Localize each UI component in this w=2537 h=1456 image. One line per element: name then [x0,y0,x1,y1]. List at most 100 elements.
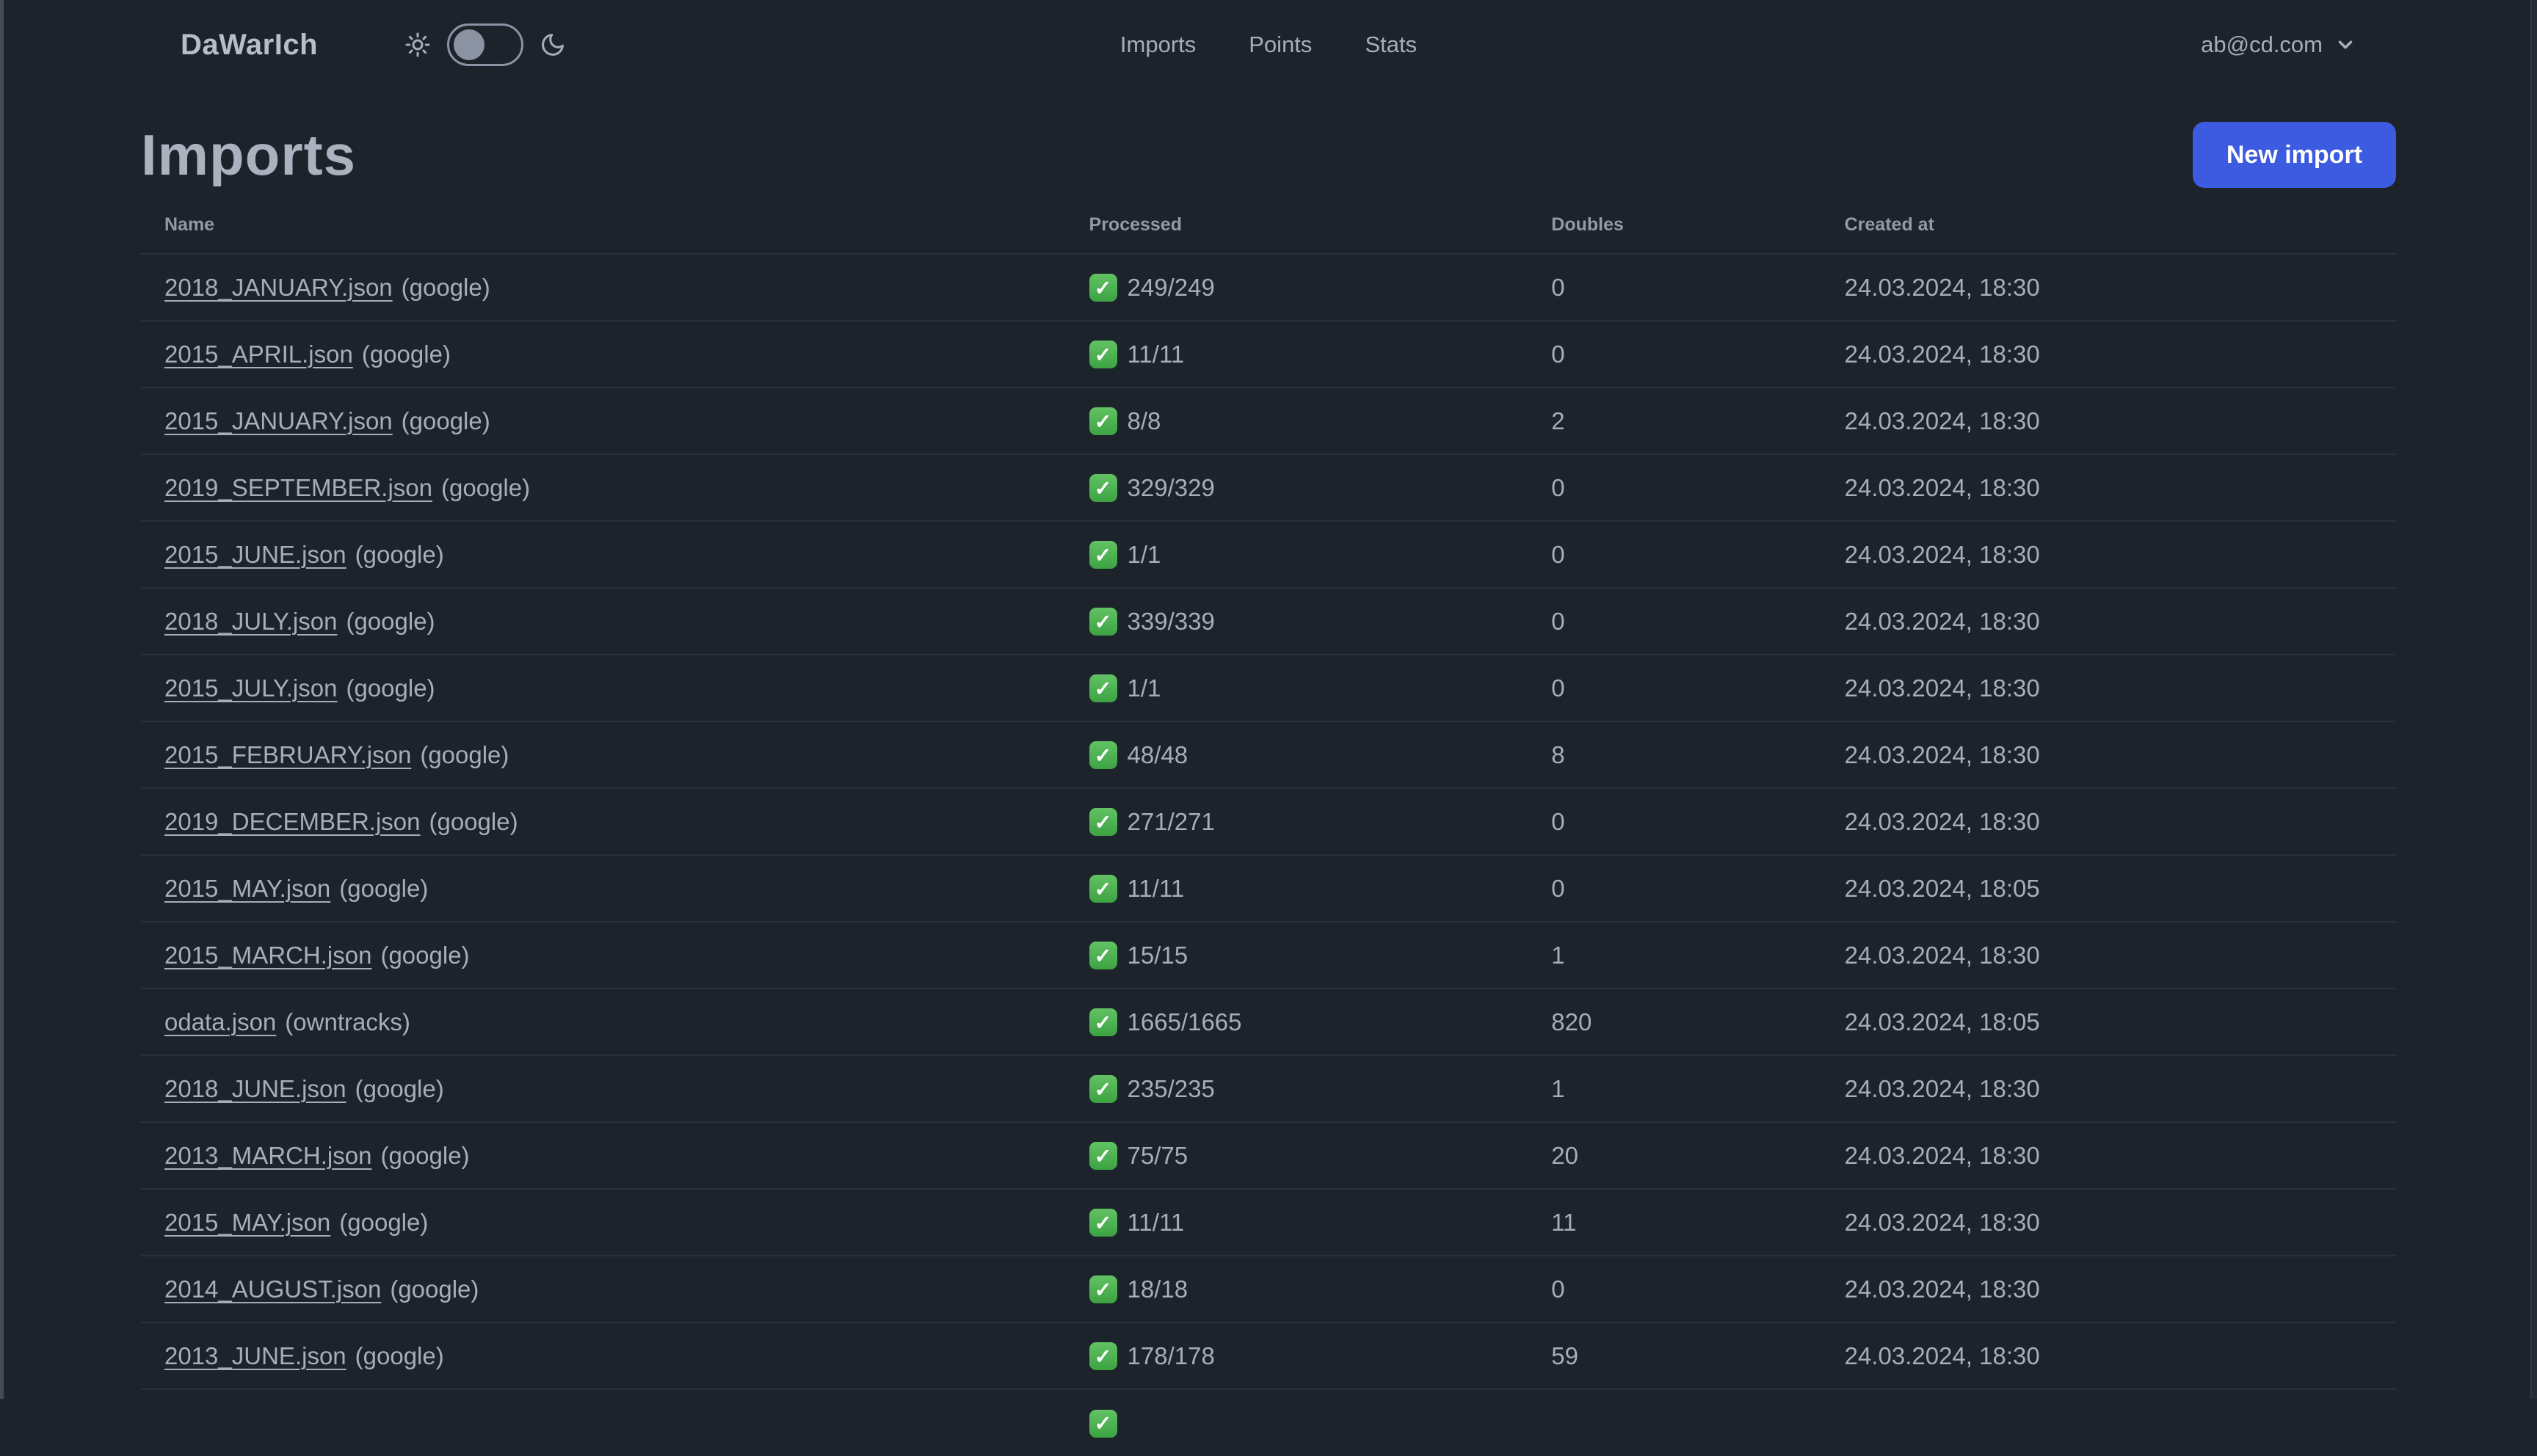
doubles-count: 8 [1528,721,1821,788]
name-cell: 2015_APRIL.json (google) [141,320,1066,387]
theme-switch-knob [454,29,485,60]
doubles-count: 59 [1528,1322,1821,1389]
import-file-link[interactable]: 2018_JUNE.json [164,1075,346,1102]
processed-count: 1/1 [1127,674,1161,702]
import-file-link[interactable]: 2019_SEPTEMBER.json [164,474,432,501]
table-row: 2013_MARCH.json (google) ✓ 75/75 20 24.03… [141,1121,2396,1189]
import-file-link[interactable]: 2015_MARCH.json [164,942,371,969]
table-row: 2015_MARCH.json (google) ✓ 15/15 1 24.03.… [141,921,2396,989]
import-file-link[interactable]: 2015_APRIL.json [164,341,353,368]
table-row: 2013_JUNE.json (google) ✓ 178/178 59 24.0… [141,1322,2396,1389]
doubles-count: 1 [1528,921,1821,989]
created-at-value: 24.03.2024, 18:30 [1821,721,2396,788]
table-row: 2019_SEPTEMBER.json (google) ✓ 329/329 0 … [141,454,2396,521]
created-at-value: 24.03.2024, 18:30 [1821,520,2396,588]
processed-cell: ✓ 1/1 [1065,520,1528,588]
processed-count: 1/1 [1127,541,1161,569]
doubles-count: 0 [1528,787,1821,855]
import-file-link[interactable]: 2015_MAY.json [164,1209,330,1236]
processed-count: 15/15 [1127,942,1188,969]
import-source-label: (google) [346,674,435,702]
name-cell: 2018_JULY.json (google) [141,587,1066,655]
doubles-count: 11 [1528,1188,1821,1256]
column-header-doubles: Doubles [1551,214,1624,235]
import-source-label: (google) [380,941,470,969]
import-source-label: (google) [441,473,531,501]
import-file-link[interactable]: 2018_JANUARY.json [164,274,393,301]
table-row: 2015_MAY.json (google) ✓ 11/11 11 24.03.2… [141,1188,2396,1256]
processed-count: 11/11 [1127,875,1185,903]
import-file-link[interactable]: 2013_MARCH.json [164,1142,371,1169]
doubles-count: 0 [1528,854,1821,922]
created-at-value: 24.03.2024, 18:30 [1821,921,2396,989]
import-file-link[interactable]: 2013_JUNE.json [164,1342,346,1369]
column-header-processed: Processed [1089,214,1182,235]
nav-link-stats[interactable]: Stats [1365,32,1417,58]
processed-count: 75/75 [1127,1142,1188,1170]
table-header: Name Processed Doubles Created at [141,203,2396,254]
green-check-icon: ✓ [1089,474,1117,503]
import-file-link[interactable]: 2015_JULY.json [164,674,337,702]
processed-cell: ✓ [1065,1388,1528,1456]
import-source-label: (google) [355,1074,444,1102]
doubles-count: 20 [1528,1121,1821,1189]
nav-link-points[interactable]: Points [1249,32,1312,58]
main-content: Imports New import Name Processed Double… [0,122,2537,1456]
green-check-icon: ✓ [1089,942,1117,970]
sun-icon [404,32,431,58]
processed-cell: ✓ 8/8 [1065,387,1528,454]
green-check-icon: ✓ [1089,1342,1117,1371]
moon-icon [540,32,566,58]
new-import-button[interactable]: New import [2192,122,2396,188]
name-cell: odata.json (owntracks) [141,988,1066,1055]
processed-cell: ✓ 15/15 [1065,921,1528,989]
import-file-link[interactable]: 2018_JULY.json [164,608,337,635]
created-at-value: 24.03.2024, 18:30 [1821,654,2396,721]
processed-cell: ✓ 48/48 [1065,721,1528,788]
created-at-value: 24.03.2024, 18:30 [1821,1188,2396,1256]
import-file-link[interactable]: odata.json [164,1008,276,1035]
import-file-link[interactable]: 2019_DECEMBER.json [164,808,421,835]
green-check-icon: ✓ [1089,808,1117,837]
page-header: Imports New import [141,122,2396,188]
import-file-link[interactable]: 2015_MAY.json [164,875,330,902]
table-row: ✓ [141,1388,2396,1456]
processed-cell: ✓ 75/75 [1065,1121,1528,1189]
import-source-label: (google) [401,273,490,301]
table-row: 2015_FEBRUARY.json (google) ✓ 48/48 8 24.… [141,721,2396,788]
table-row: 2015_MAY.json (google) ✓ 11/11 0 24.03.20… [141,854,2396,922]
created-at-value [1821,1388,2396,1456]
name-cell: 2013_JUNE.json (google) [141,1322,1066,1389]
account-menu[interactable]: ab@cd.com [2201,32,2356,58]
column-header-name: Name [164,214,215,235]
table-row: 2015_JANUARY.json (google) ✓ 8/8 2 24.03.… [141,387,2396,454]
import-source-label: (google) [339,1208,429,1236]
main-nav: Imports Points Stats [1120,0,1417,90]
created-at-value: 24.03.2024, 18:30 [1821,587,2396,655]
processed-cell: ✓ 178/178 [1065,1322,1528,1389]
green-check-icon: ✓ [1089,274,1117,302]
app-logo[interactable]: DaWarIch [181,29,318,62]
doubles-count: 0 [1528,253,1821,321]
doubles-count [1528,1388,1821,1456]
nav-link-imports[interactable]: Imports [1120,32,1196,58]
imports-table: Name Processed Doubles Created at 2018_J… [141,203,2396,1456]
navbar: DaWarIch Imports Points Stats ab@cd.com [0,0,2537,90]
name-cell: 2015_FEBRUARY.json (google) [141,721,1066,788]
created-at-value: 24.03.2024, 18:30 [1821,387,2396,454]
name-cell: 2015_MAY.json (google) [141,854,1066,922]
import-source-label: (google) [355,1342,444,1369]
processed-cell: ✓ 18/18 [1065,1255,1528,1322]
window-edge-left [0,0,4,1399]
import-file-link[interactable]: 2015_JUNE.json [164,541,346,568]
import-file-link[interactable]: 2015_JANUARY.json [164,407,393,434]
processed-count: 271/271 [1127,808,1215,836]
name-cell: 2019_SEPTEMBER.json (google) [141,454,1066,521]
theme-switch[interactable] [447,23,524,66]
green-check-icon: ✓ [1089,741,1117,770]
import-file-link[interactable]: 2015_FEBRUARY.json [164,741,411,768]
processed-count: 48/48 [1127,741,1188,769]
table-row: 2015_JUNE.json (google) ✓ 1/1 0 24.03.202… [141,520,2396,588]
import-file-link[interactable]: 2014_AUGUST.json [164,1275,381,1303]
processed-cell: ✓ 235/235 [1065,1055,1528,1122]
